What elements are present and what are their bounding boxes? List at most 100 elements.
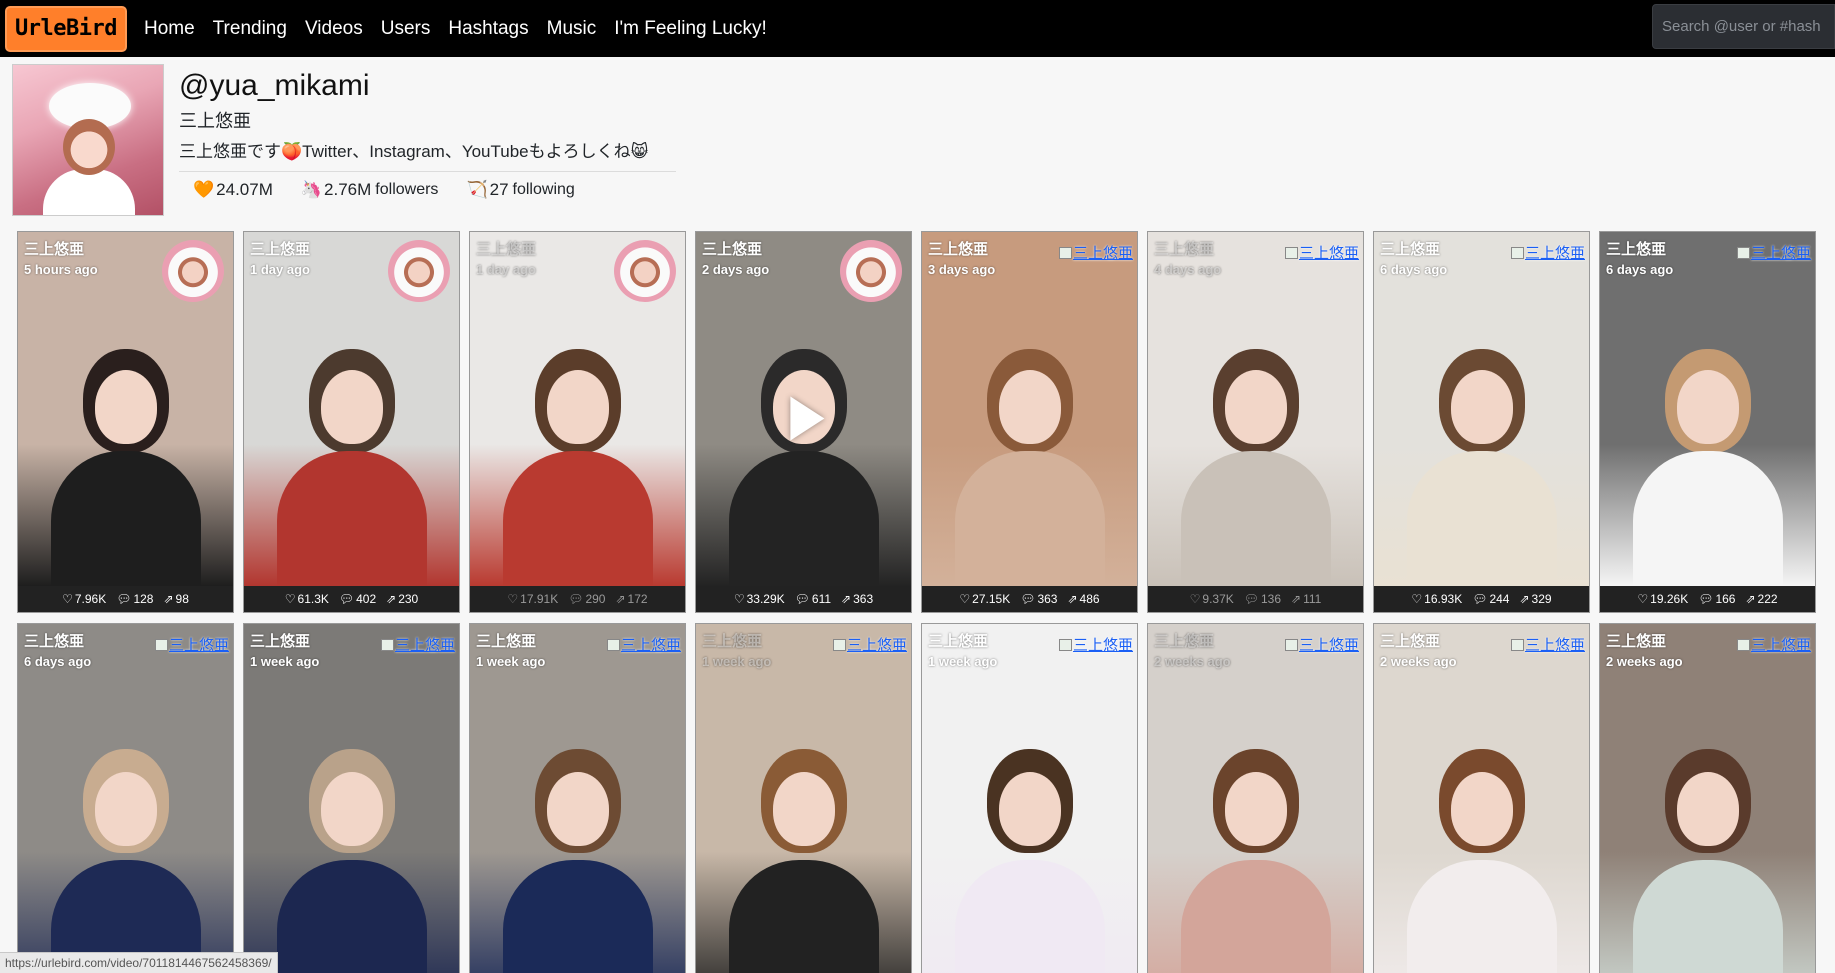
video-time: 2 weeks ago [1380,654,1457,669]
video-thumbnail [244,624,459,973]
nav-home[interactable]: Home [144,18,195,40]
nav-music[interactable]: Music [547,18,597,40]
profile-nickname: 三上悠亜 [179,111,251,131]
author-avatar-broken[interactable]: 三上悠亜 [606,634,681,655]
video-shares: ⇗ 363 [841,592,874,606]
video-card[interactable]: 三上悠亜 1 week ago 三上悠亜 [469,623,686,973]
comment-icon: 💬︎ [568,592,584,606]
nav-feeling-lucky[interactable]: I'm Feeling Lucky! [614,18,767,40]
play-icon[interactable] [789,396,824,441]
video-card[interactable]: 三上悠亜 2 days ago ♡ 33.29K 💬︎ 611 ⇗ 363 [695,231,912,613]
video-time: 3 days ago [928,262,996,277]
video-author[interactable]: 三上悠亜 [476,238,536,259]
nav-users[interactable]: Users [381,18,431,40]
video-card[interactable]: 三上悠亜 1 day ago ♡ 61.3K 💬︎ 402 ⇗ 230 [243,231,460,613]
broken-image-icon [1510,246,1524,259]
navbar: UrleBird Home Trending Videos Users Hash… [0,0,1835,57]
author-avatar-broken[interactable]: 三上悠亜 [1058,634,1133,655]
video-card[interactable]: 三上悠亜 6 days ago 三上悠亜 [17,623,234,973]
video-card[interactable]: 三上悠亜 2 weeks ago 三上悠亜 [1599,623,1816,973]
author-avatar[interactable] [840,240,902,302]
author-avatar-broken[interactable]: 三上悠亜 [1510,242,1585,263]
author-avatar-broken[interactable]: 三上悠亜 [1284,634,1359,655]
video-author[interactable]: 三上悠亜 [1380,630,1440,651]
video-author[interactable]: 三上悠亜 [702,238,762,259]
video-card[interactable]: 三上悠亜 6 days ago 三上悠亜 ♡ 19.26K 💬︎ 166 ⇗ 222 [1599,231,1816,613]
profile-avatar [12,64,164,216]
video-time: 1 week ago [250,654,320,669]
video-shares: ⇗ 230 [386,592,419,606]
video-time: 1 week ago [702,654,772,669]
video-card[interactable]: 三上悠亜 3 days ago 三上悠亜 ♡ 27.15K 💬︎ 363 ⇗ 486 [921,231,1138,613]
video-likes: ♡ 7.96K [62,592,107,606]
video-thumbnail [1600,624,1815,973]
video-author[interactable]: 三上悠亜 [1154,238,1214,259]
share-icon: ⇗ [1067,592,1078,606]
video-shares: ⇗ 111 [1291,592,1322,606]
video-likes: ♡ 9.37K [1189,592,1234,606]
author-avatar-broken[interactable]: 三上悠亜 [1058,242,1133,263]
profile-info: @yua_mikami 三上悠亜 三上悠亜です🍑Twitter、Instagra… [179,64,676,232]
video-author[interactable]: 三上悠亜 [250,238,310,259]
author-avatar[interactable] [388,240,450,302]
video-comments: 💬︎ 128 [116,592,154,606]
video-author[interactable]: 三上悠亜 [1606,238,1666,259]
video-author[interactable]: 三上悠亜 [928,238,988,259]
video-card[interactable]: 三上悠亜 2 weeks ago 三上悠亜 [1147,623,1364,973]
heart-outline-icon: ♡ [284,592,296,606]
video-author[interactable]: 三上悠亜 [702,630,762,651]
video-card[interactable]: 三上悠亜 1 day ago ♡ 17.91K 💬︎ 290 ⇗ 172 [469,231,686,613]
video-author[interactable]: 三上悠亜 [1606,630,1666,651]
share-icon: ⇗ [1519,592,1530,606]
video-author[interactable]: 三上悠亜 [928,630,988,651]
author-avatar[interactable] [614,240,676,302]
video-likes: ♡ 16.93K [1411,592,1463,606]
video-card[interactable]: 三上悠亜 2 weeks ago 三上悠亜 [1373,623,1590,973]
author-avatar-broken[interactable]: 三上悠亜 [1736,242,1811,263]
author-avatar-broken[interactable]: 三上悠亜 [1284,242,1359,263]
broken-image-icon [606,638,620,651]
unicorn-icon: 🦄 [300,180,323,199]
video-card[interactable]: 三上悠亜 6 days ago 三上悠亜 ♡ 16.93K 💬︎ 244 ⇗ 329 [1373,231,1590,613]
video-thumbnail [922,624,1137,973]
stat-followers-label: followers [375,181,439,198]
video-thumbnail [922,232,1137,586]
video-stats: ♡ 17.91K 💬︎ 290 ⇗ 172 [470,586,685,612]
video-author[interactable]: 三上悠亜 [1380,238,1440,259]
brand-logo[interactable]: UrleBird [5,5,127,52]
video-author[interactable]: 三上悠亜 [1154,630,1214,651]
nav-hashtags[interactable]: Hashtags [448,18,528,40]
author-avatar-broken[interactable]: 三上悠亜 [1736,634,1811,655]
stat-likes-value: 24.07M [216,180,273,199]
nav-trending[interactable]: Trending [213,18,287,40]
video-author[interactable]: 三上悠亜 [24,630,84,651]
video-thumbnail [696,624,911,973]
profile-bio: 三上悠亜です🍑Twitter、Instagram、YouTubeもよろしくね😸 [179,142,649,161]
author-avatar-broken[interactable]: 三上悠亜 [154,634,229,655]
video-author[interactable]: 三上悠亜 [476,630,536,651]
video-comments: 💬︎ 402 [338,592,377,606]
comment-icon: 💬︎ [794,592,810,606]
video-shares: ⇗ 486 [1067,592,1100,606]
video-card[interactable]: 三上悠亜 4 days ago 三上悠亜 ♡ 9.37K 💬︎ 136 ⇗ 111 [1147,231,1364,613]
video-card[interactable]: 三上悠亜 5 hours ago ♡ 7.96K 💬︎ 128 ⇗ 98 [17,231,234,613]
author-avatar-broken[interactable]: 三上悠亜 [832,634,907,655]
share-icon: ⇗ [386,592,397,606]
search-input[interactable] [1652,4,1835,49]
video-author[interactable]: 三上悠亜 [24,238,84,259]
author-avatar[interactable] [162,240,224,302]
video-card[interactable]: 三上悠亜 1 week ago 三上悠亜 [243,623,460,973]
broken-image-icon [1058,246,1072,259]
video-author[interactable]: 三上悠亜 [250,630,310,651]
comment-icon: 💬︎ [1020,592,1036,606]
video-comments: 💬︎ 363 [1020,592,1058,606]
video-stats: ♡ 33.29K 💬︎ 611 ⇗ 363 [696,586,911,612]
video-card[interactable]: 三上悠亜 1 week ago 三上悠亜 [921,623,1138,973]
video-card[interactable]: 三上悠亜 1 week ago 三上悠亜 [695,623,912,973]
nav-videos[interactable]: Videos [305,18,363,40]
author-avatar-broken[interactable]: 三上悠亜 [1510,634,1585,655]
stat-following-label: following [512,181,575,198]
stat-following-value: 27 [489,180,509,199]
author-avatar-broken[interactable]: 三上悠亜 [380,634,455,655]
video-comments: 💬︎ 611 [794,592,832,606]
